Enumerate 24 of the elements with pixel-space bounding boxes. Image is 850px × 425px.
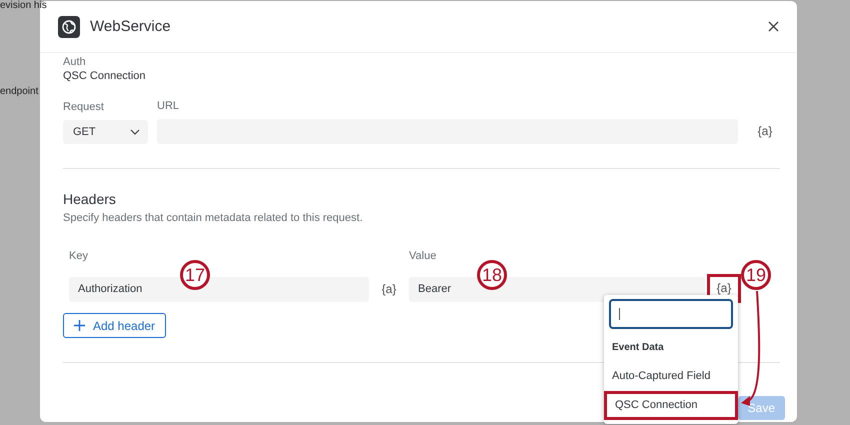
insert-variable-button[interactable]: {a}	[750, 119, 780, 144]
chevron-down-icon	[130, 129, 140, 135]
section-heading: Event Data	[611, 341, 665, 355]
plus-icon	[74, 320, 85, 331]
insert-variable-button[interactable]: {a}	[374, 277, 404, 302]
text-cursor-icon	[619, 308, 621, 320]
value-label: Value	[409, 249, 438, 263]
dropdown-option[interactable]: QSC Connection	[604, 391, 738, 420]
request-method-select[interactable]: GET	[63, 120, 148, 144]
key-label: Key	[69, 249, 89, 263]
background-text: evision his	[0, 0, 47, 11]
dialog-title: WebService	[90, 18, 172, 35]
add-header-button[interactable]: Add header	[63, 313, 166, 338]
url-label: URL	[157, 99, 180, 113]
globe-icon	[58, 16, 80, 38]
close-icon[interactable]	[768, 21, 779, 32]
auth-value: QSC Connection	[63, 69, 147, 83]
search-field[interactable]	[609, 299, 733, 329]
dropdown-option[interactable]: Auto-Captured Field	[604, 362, 738, 391]
auth-label: Auth	[63, 55, 87, 69]
background-text: endpoint	[0, 86, 38, 97]
request-label: Request	[63, 100, 105, 114]
headers-title: Headers	[63, 190, 117, 209]
headers-description: Specify headers that contain metadata related to this request.	[63, 211, 364, 225]
